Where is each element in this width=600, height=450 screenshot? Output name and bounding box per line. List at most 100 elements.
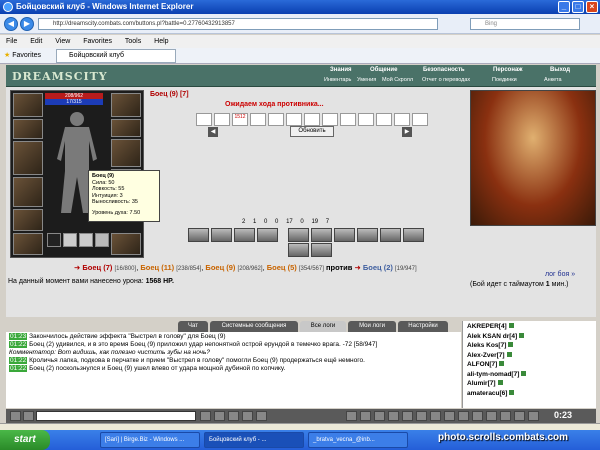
slot-boots[interactable]	[111, 233, 141, 255]
favorites-button[interactable]: ★ Favorites	[4, 50, 41, 62]
menu-edit[interactable]: Edit	[30, 38, 42, 45]
back-icon[interactable]: ◀	[4, 17, 18, 31]
slot-gloves[interactable]	[111, 139, 141, 167]
scroll-right-icon[interactable]: ▶	[402, 127, 412, 137]
menu-favorites[interactable]: Favorites	[83, 38, 112, 45]
submenu-skills[interactable]: Умения	[357, 77, 376, 83]
slot-helmet[interactable]	[13, 93, 43, 117]
menu-knowledge[interactable]: Знания	[330, 67, 352, 73]
smiles-icon[interactable]	[214, 411, 225, 421]
menu-communication[interactable]: Общение	[370, 67, 397, 73]
address-input[interactable]: http://dreamscity.combats.com/buttons.pl…	[38, 18, 438, 30]
slot-rings[interactable]	[111, 119, 141, 137]
menu-help[interactable]: Help	[154, 38, 168, 45]
skill-button[interactable]	[288, 228, 309, 242]
menu-file[interactable]: File	[6, 38, 17, 45]
slot-scroll-3[interactable]	[79, 233, 93, 247]
menu-view[interactable]: View	[55, 38, 70, 45]
chat-mode-icon[interactable]	[10, 411, 21, 421]
ally-name[interactable]: Боец (9)	[205, 263, 235, 272]
skill-button[interactable]	[334, 228, 355, 242]
taskbar-item[interactable]: Бойцовский клуб - ...	[204, 432, 304, 448]
skill-button[interactable]	[234, 228, 255, 242]
skill-button[interactable]	[311, 228, 332, 242]
action-icon[interactable]	[374, 411, 385, 421]
slot-scroll-1[interactable]	[47, 233, 61, 247]
refresh-button[interactable]: Обновить	[290, 126, 334, 137]
skill-button[interactable]	[380, 228, 401, 242]
user-item[interactable]: Aleks Kos[7]	[467, 341, 592, 351]
action-icon[interactable]	[388, 411, 399, 421]
slot-armor[interactable]	[13, 177, 43, 207]
skill-button[interactable]	[357, 228, 378, 242]
maximize-button[interactable]: □	[572, 1, 584, 13]
action-icon[interactable]	[528, 411, 539, 421]
send-icon[interactable]	[200, 411, 211, 421]
action-icon[interactable]	[514, 411, 525, 421]
action-icon[interactable]	[444, 411, 455, 421]
close-button[interactable]: ×	[586, 1, 598, 13]
user-item[interactable]: Alex-Zver[7]	[467, 351, 592, 361]
submenu-battles[interactable]: Поединки	[492, 77, 517, 83]
self-level-link[interactable]: [7]	[180, 91, 189, 98]
taskbar-item[interactable]: _bratva_vecna_@inb...	[308, 432, 408, 448]
skill-button[interactable]	[188, 228, 209, 242]
slot-earrings[interactable]	[111, 93, 141, 117]
slot-pants[interactable]	[13, 233, 43, 255]
menu-security[interactable]: Безопасность	[423, 67, 465, 73]
skill-button[interactable]	[211, 228, 232, 242]
skill-button[interactable]	[403, 228, 424, 242]
ally-name[interactable]: Боец (7)	[82, 263, 112, 272]
chat-input[interactable]	[36, 411, 196, 421]
user-item[interactable]: ALFON[7]	[467, 360, 592, 370]
slot-scroll-2[interactable]	[63, 233, 77, 247]
action-icon[interactable]	[430, 411, 441, 421]
refresh-chat-icon[interactable]	[256, 411, 267, 421]
taskbar-item[interactable]: [Sari] | Birge.Biz - Windows ...	[100, 432, 200, 448]
action-icon[interactable]	[486, 411, 497, 421]
action-icon[interactable]	[416, 411, 427, 421]
submenu-profile[interactable]: Анкета	[544, 77, 562, 83]
slot-weapon[interactable]	[13, 141, 43, 175]
scroll-left-icon[interactable]: ◀	[208, 127, 218, 137]
chat-filter-icon[interactable]	[23, 411, 34, 421]
action-icon[interactable]	[360, 411, 371, 421]
skill-button[interactable]	[257, 228, 278, 242]
minimize-button[interactable]: _	[558, 1, 570, 13]
action-icon[interactable]	[458, 411, 469, 421]
battle-log-link[interactable]: лог боя »	[545, 271, 575, 278]
forward-icon[interactable]: ▶	[20, 17, 34, 31]
action-icon[interactable]	[346, 411, 357, 421]
menu-character[interactable]: Персонаж	[493, 67, 523, 73]
skill-button[interactable]	[311, 243, 332, 257]
action-icon[interactable]	[472, 411, 483, 421]
menu-exit[interactable]: Выход	[550, 67, 570, 73]
opponent-name[interactable]: Боец (2)	[363, 263, 393, 272]
user-item[interactable]: Alek KSAN dr[4]	[467, 332, 592, 342]
slot-scroll-4[interactable]	[95, 233, 109, 247]
action-icon[interactable]	[402, 411, 413, 421]
skill-button[interactable]	[288, 243, 309, 257]
user-item[interactable]: AKREPER[4]	[467, 322, 592, 332]
tab-my-logs[interactable]: Мои логи	[348, 321, 396, 332]
menu-tools[interactable]: Tools	[125, 38, 141, 45]
self-name-text[interactable]: Боец (9)	[150, 91, 178, 98]
slot-amulet[interactable]	[13, 119, 43, 139]
tab-chat[interactable]: Чат	[178, 321, 208, 332]
submenu-scroll[interactable]: Мой Скролл	[382, 77, 413, 83]
search-input[interactable]: Bing	[470, 18, 580, 30]
translit-icon[interactable]	[242, 411, 253, 421]
ally-name[interactable]: Боец (5)	[267, 263, 297, 272]
tab-system[interactable]: Системные сообщения	[210, 321, 298, 332]
tab-settings[interactable]: Настройки	[398, 321, 448, 332]
submenu-transfers[interactable]: Отчет о переводах	[422, 77, 470, 83]
action-icon[interactable]	[500, 411, 511, 421]
ally-name[interactable]: Боец (11)	[140, 263, 174, 272]
clear-icon[interactable]	[228, 411, 239, 421]
user-item[interactable]: Alumir[7]	[467, 379, 592, 389]
start-button[interactable]: start	[0, 430, 50, 450]
browser-tab[interactable]: Бойцовский клуб	[56, 49, 176, 63]
submenu-inventory[interactable]: Инвентарь	[324, 77, 351, 83]
slot-belt[interactable]	[13, 209, 43, 231]
tab-all-logs[interactable]: Все логи	[300, 321, 346, 332]
